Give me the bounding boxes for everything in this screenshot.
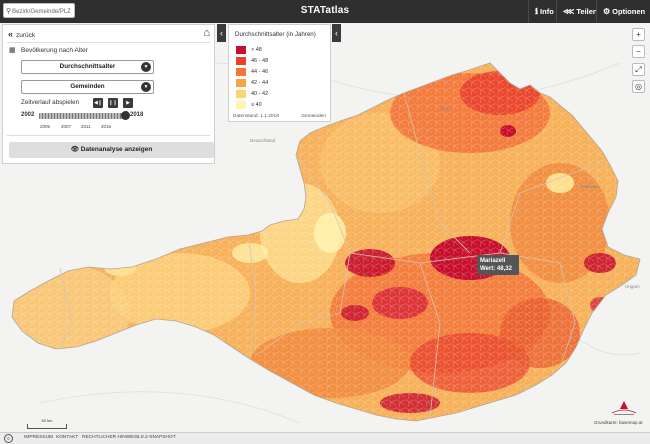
footer-link-kontakt[interactable]: KONTAKT bbox=[56, 435, 78, 440]
year-tick: 2005 bbox=[40, 124, 51, 129]
level-select-value: Gemeinden bbox=[70, 83, 105, 90]
legend-unit: Gemeinden bbox=[301, 114, 326, 119]
pause-icon[interactable]: ❙❙ bbox=[108, 98, 118, 108]
legend-label: 46 - 48 bbox=[251, 58, 269, 64]
collapse-panel-button[interactable]: ‹ bbox=[217, 24, 226, 42]
legend-swatch bbox=[236, 101, 246, 109]
scale-label: 50 km bbox=[41, 418, 53, 423]
options-button-label: Optionen bbox=[612, 7, 646, 16]
collapse-legend-button[interactable]: ‹ bbox=[332, 24, 341, 42]
legend-label: > 48 bbox=[251, 47, 262, 53]
zoom-out-button[interactable]: − bbox=[632, 45, 645, 58]
info-button[interactable]: ℹ Info bbox=[528, 0, 556, 23]
fullscreen-button[interactable]: ⤢ bbox=[632, 63, 645, 76]
legend-label: 42 - 44 bbox=[251, 80, 269, 86]
zoom-in-icon: + bbox=[636, 30, 641, 39]
tooltip-name: Mariazell bbox=[480, 258, 506, 264]
top-bar: ⚲Bezirk/Gemeinde/PLZ STATatlas ℹ Info ⋘ Te… bbox=[0, 0, 650, 23]
home-icon[interactable]: ⌂ bbox=[203, 27, 210, 39]
double-chevron-left-icon: « bbox=[8, 29, 14, 39]
play-label: Zeitverlauf abspielen bbox=[21, 99, 80, 106]
fullscreen-icon: ⤢ bbox=[635, 65, 642, 74]
map-icon: ▦ bbox=[9, 47, 16, 54]
divider bbox=[7, 42, 210, 43]
legend-swatch bbox=[236, 79, 246, 87]
city-label: Brno bbox=[440, 106, 450, 111]
analyse-button-label: Datenanalyse anzeigen bbox=[80, 146, 153, 153]
chevron-left-icon: ‹ bbox=[220, 28, 223, 38]
legend-swatch bbox=[236, 68, 246, 76]
chevron-down-icon: ▼ bbox=[141, 82, 151, 92]
share-icon: ⋘ bbox=[563, 7, 575, 16]
attribution[interactable]: Grundkarte: basemap.at bbox=[594, 420, 643, 425]
legend-swatch bbox=[236, 57, 246, 65]
eye-icon: 👁 bbox=[70, 146, 79, 153]
legend-title: Durchschnittsalter (in Jahren) bbox=[235, 31, 316, 38]
zoom-in-button[interactable]: + bbox=[632, 28, 645, 41]
back-link[interactable]: «zurück bbox=[8, 29, 35, 39]
indicator-select[interactable]: Durchschnittsalter ▼ bbox=[21, 60, 154, 74]
share-button[interactable]: ⋘ Teilen bbox=[556, 0, 598, 23]
info-icon: ℹ bbox=[535, 7, 539, 16]
locate-icon: ◎ bbox=[635, 82, 642, 91]
chevron-left-icon: ‹ bbox=[335, 28, 338, 38]
map-tooltip: Mariazell Wert: 48,32 bbox=[477, 255, 519, 275]
footer: © IMPRESSUM KONTAKT RECHTLICHER HINWEIS … bbox=[0, 432, 650, 444]
city-label: Ungarn bbox=[625, 284, 640, 289]
city-label: Bratislava bbox=[580, 184, 600, 189]
footer-version: 1.8.2-SNAPSHOT bbox=[137, 435, 176, 440]
share-button-label: Teilen bbox=[576, 7, 598, 16]
indicator-title: Bevölkerung nach Alter bbox=[21, 47, 88, 54]
level-select[interactable]: Gemeinden ▼ bbox=[21, 80, 154, 94]
indicator-select-value: Durchschnittsalter bbox=[59, 63, 116, 70]
year-tick: 2015 bbox=[101, 124, 112, 129]
statistik-austria-logo bbox=[611, 401, 637, 415]
legend-label: ≤ 40 bbox=[251, 102, 262, 108]
legend-date: Datenstand: 1.1.2018 bbox=[233, 114, 279, 119]
year-slider[interactable] bbox=[39, 113, 125, 119]
analyse-button[interactable]: 👁 Datenanalyse anzeigen bbox=[9, 142, 214, 158]
options-button[interactable]: ⚙ Optionen bbox=[596, 0, 650, 23]
legend-swatch bbox=[236, 46, 246, 54]
copyright-icon: © bbox=[4, 434, 13, 443]
year-start: 2002 bbox=[21, 112, 35, 118]
legend: Durchschnittsalter (in Jahren) > 48 46 -… bbox=[228, 24, 331, 122]
scale-bar: 50 km bbox=[27, 418, 67, 429]
chevron-down-icon: ▼ bbox=[141, 62, 151, 72]
year-tick: 2007 bbox=[61, 124, 72, 129]
indicator-panel: «zurück ⌂ ▦ Bevölkerung nach Alter Durch… bbox=[2, 24, 215, 164]
zoom-out-icon: − bbox=[636, 47, 641, 56]
year-tick: 2011 bbox=[81, 124, 91, 129]
footer-link-rechtlich[interactable]: RECHTLICHER HINWEIS bbox=[82, 435, 138, 440]
gear-icon: ⚙ bbox=[603, 7, 611, 16]
footer-link-impressum[interactable]: IMPRESSUM bbox=[24, 435, 53, 440]
year-slider-handle[interactable] bbox=[121, 111, 130, 120]
tooltip-value: Wert: 48,32 bbox=[480, 266, 512, 272]
year-end: 2018 bbox=[130, 112, 144, 118]
legend-swatch bbox=[236, 90, 246, 98]
legend-label: 40 - 42 bbox=[251, 91, 269, 97]
locate-button[interactable]: ◎ bbox=[632, 80, 645, 93]
divider bbox=[7, 135, 210, 136]
info-button-label: Info bbox=[540, 7, 554, 16]
play-icon[interactable]: ▶ bbox=[123, 98, 133, 108]
legend-label: 44 - 46 bbox=[251, 69, 269, 75]
back-label: zurück bbox=[16, 32, 36, 39]
skip-back-icon[interactable]: ◀❙ bbox=[93, 98, 103, 108]
city-label: Deutschland bbox=[250, 138, 276, 143]
